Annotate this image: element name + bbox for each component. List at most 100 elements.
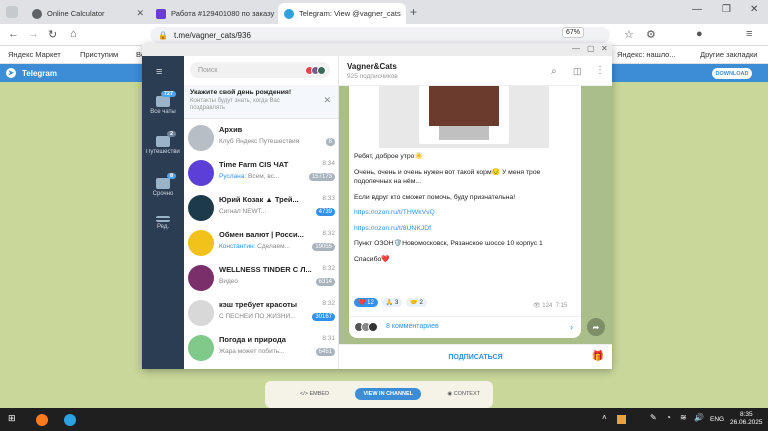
home-icon[interactable]: ⌂ [70, 28, 77, 40]
windows-start-icon[interactable]: ⊞ [8, 413, 16, 424]
chat-preview-text: Видео [219, 278, 238, 285]
zoom-indicator[interactable]: 67% [562, 27, 585, 38]
minimize-icon[interactable]: — [692, 4, 702, 15]
extensions-icon[interactable]: ⚙ [646, 28, 656, 41]
tray-chevron-icon[interactable]: ˄ [602, 413, 607, 422]
chat-body: Погода и природа 8:31 Жара может побить..… [219, 335, 335, 363]
chat-row[interactable]: Погода и природа 8:31 Жара может побить..… [184, 332, 338, 366]
folder-label: Путешествия [146, 149, 180, 155]
menu-icon[interactable]: ≡ [746, 28, 752, 40]
window-maximize-icon[interactable]: ▢ [587, 44, 595, 53]
view-in-channel-button[interactable]: VIEW IN CHANNEL [355, 388, 421, 400]
chat-time: 8:32 [322, 265, 335, 272]
chat-preview: С ПЕСНЕЙ ПО ЖИЗНИ... [219, 313, 299, 320]
firefox-icon[interactable] [36, 414, 48, 426]
bookmark-yandex-found[interactable]: Яндекс: нашло... [617, 50, 676, 59]
search-input[interactable]: Поиск [190, 62, 330, 78]
reaction-pray[interactable]: 🙏 3 [381, 298, 403, 307]
chat-row[interactable]: Юрий Козак ▲ Трей... 8:33 Сигнал NEWT... 4… [184, 192, 338, 226]
clock[interactable]: 8:35 26.06.2025 [730, 411, 763, 428]
profile-icon[interactable]: ● [696, 28, 703, 40]
close-tab-icon[interactable]: ✕ [132, 8, 144, 19]
reactions: ❤️ 12 🙏 3 🤝 2 [354, 298, 427, 307]
chat-time: 8:32 [322, 300, 335, 307]
network-icon[interactable]: ◔ [666, 413, 671, 422]
tray-app-icon[interactable] [617, 415, 626, 424]
comments-label: 8 комментариев [386, 323, 439, 330]
taskbar: ⊞ ˄ ✎ ◔ ≋ 🔊 ENG 8:35 26.06.2025 [0, 408, 768, 431]
folder-rail: ≡ 727 Все чаты 2 Путешествия 8 Срочно Ре… [142, 56, 184, 369]
folder-badge: 727 [160, 91, 176, 97]
close-tab-icon[interactable]: ✕ [274, 8, 276, 19]
wifi-icon[interactable]: ≋ [680, 413, 687, 422]
sidebar-toggle-icon[interactable]: ◫ [573, 66, 582, 77]
chat-avatar [188, 335, 214, 361]
stories-avatars[interactable] [305, 65, 326, 75]
page-header-title: Telegram [22, 68, 57, 78]
chat-row[interactable]: WELLNESS TINDER С Л... 8:32 Видео 6314 [184, 262, 338, 296]
unread-badge: 8 [325, 138, 335, 146]
unread-badge: 157173 [308, 173, 335, 181]
volume-icon[interactable]: 🔊 [694, 413, 704, 422]
bag-bottom [439, 126, 489, 140]
search-icon[interactable]: ⌕ [551, 66, 557, 77]
reaction-heart[interactable]: ❤️ 12 [354, 298, 378, 307]
hamburger-menu-icon[interactable]: ≡ [156, 66, 162, 78]
post-image[interactable] [379, 86, 549, 148]
folder-urgent[interactable]: 8 Срочно [142, 173, 184, 197]
chat-preview: Видео [219, 278, 299, 285]
bookmark-star-icon[interactable]: ☆ [624, 28, 634, 41]
language-indicator[interactable]: ENG [710, 416, 724, 423]
folder-edit[interactable]: Ред. [142, 216, 184, 230]
back-icon[interactable]: ← [8, 28, 19, 40]
channel-name[interactable]: Vagner&Cats [347, 62, 604, 71]
url-field[interactable]: 🔒 t.me/vagner_cats/936 [150, 27, 610, 43]
subscribe-button[interactable]: ПОДПИСАТЬСЯ [448, 354, 502, 361]
window-close-icon[interactable]: ✕ [601, 44, 608, 53]
ozon-link-2[interactable]: https://ozon.ru/t/8UNKJDf [354, 224, 579, 234]
close-tab-icon[interactable]: ✕ [401, 8, 406, 19]
banner-close-icon[interactable]: ✕ [323, 95, 331, 106]
gift-icon[interactable]: 🎁 [592, 351, 604, 362]
restore-icon[interactable]: ❐ [722, 4, 731, 15]
close-window-icon[interactable]: ✕ [750, 4, 758, 15]
chat-body: Обмен валют | Росси... 8:32 Константин: Сд… [219, 230, 335, 258]
url-text: t.me/vagner_cats/936 [173, 30, 251, 40]
tab-list-icon[interactable] [6, 6, 18, 18]
context-button[interactable]: ◉ CONTEXT [447, 391, 480, 397]
forward-icon[interactable]: → [28, 28, 39, 40]
bookmark-pristupim[interactable]: Приступим [80, 50, 118, 59]
new-tab-icon[interactable]: + [410, 5, 417, 19]
tray-pen-icon[interactable]: ✎ [650, 413, 657, 422]
tab-job[interactable]: Работа #129401080 по заказу ✕ [150, 3, 276, 24]
folder-all-chats[interactable]: 727 Все чаты [142, 91, 184, 115]
folder-travel[interactable]: 2 Путешествия [142, 131, 184, 155]
commenter-avatar [368, 321, 378, 332]
download-button[interactable]: DOWNLOAD [712, 68, 752, 79]
embed-button[interactable]: </> EMBED [300, 391, 329, 397]
bookmark-yandex-market[interactable]: Яндекс Маркет [8, 50, 61, 59]
reload-icon[interactable]: ↻ [48, 28, 57, 41]
kwork-favicon-icon [156, 8, 166, 19]
folder-icon: 2 [156, 131, 176, 147]
birthday-banner[interactable]: Укажите свой день рождения! Контакты буд… [184, 85, 338, 119]
chat-row[interactable]: Архив Клуб Яндекс Путешествия... 8 [184, 122, 338, 156]
bookmark-other[interactable]: Другие закладки [700, 50, 757, 59]
chat-time: 8:32 [322, 230, 335, 237]
folder-badge: 2 [166, 131, 176, 137]
tab-calculator[interactable]: Online Calculator ✕ [26, 3, 150, 24]
tab-telegram[interactable]: Telegram: View @vagner_cats ✕ [278, 3, 406, 24]
chat-row[interactable]: Time Farm CIS ЧАТ 8:34 Руслана: Всем, вс..… [184, 157, 338, 191]
chat-row[interactable]: Обмен валют | Росси... 8:32 Константин: Сд… [184, 227, 338, 261]
edit-folders-icon [156, 216, 170, 222]
folder-badge: 8 [166, 173, 176, 179]
telegram-taskbar-icon[interactable] [64, 414, 76, 426]
comments-button[interactable]: 8 комментариев › [349, 316, 581, 336]
forward-icon[interactable]: ➦ [587, 318, 605, 336]
ozon-link-1[interactable]: https://ozon.ru/t/THWkVvQ [354, 208, 579, 218]
reaction-handshake[interactable]: 🤝 2 [406, 298, 427, 307]
more-options-icon[interactable]: ⋮ [595, 65, 605, 76]
window-minimize-icon[interactable]: — [572, 44, 580, 53]
unread-badge: 19055 [312, 243, 335, 251]
chat-row[interactable]: кэш требует красоты 8:32 С ПЕСНЕЙ ПО ЖИЗН… [184, 297, 338, 331]
